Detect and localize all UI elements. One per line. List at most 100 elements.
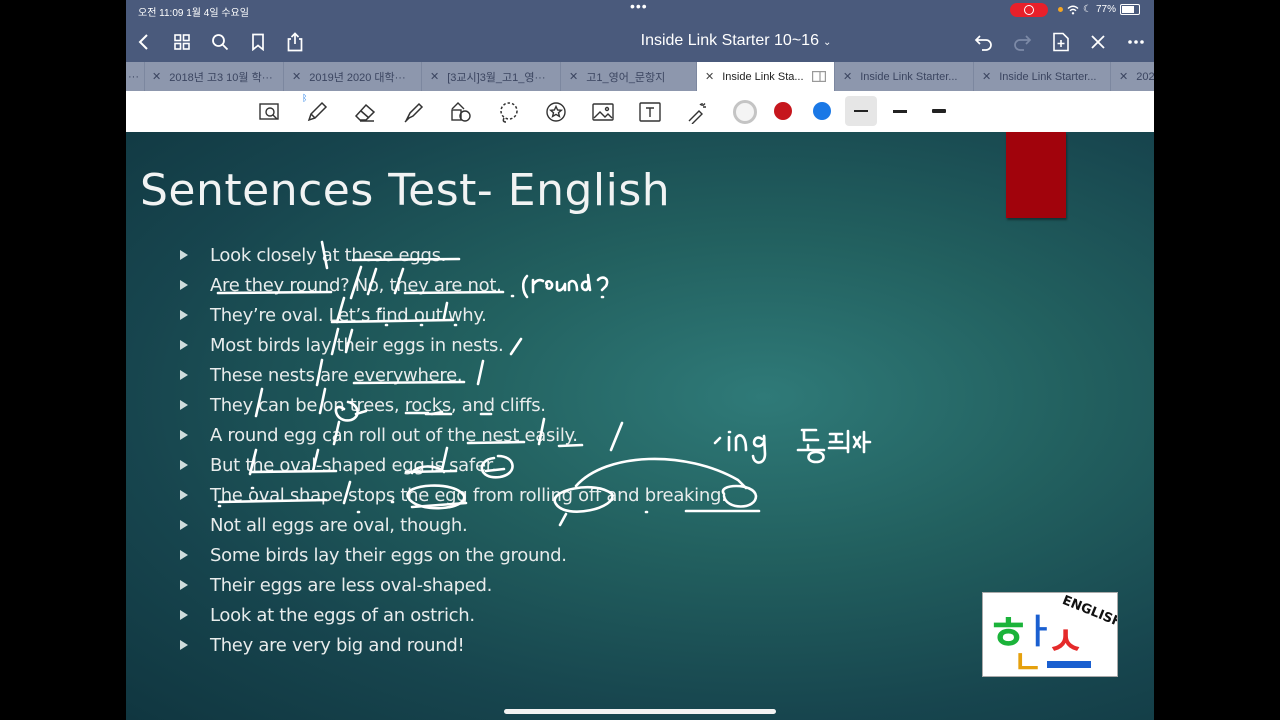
list-item: But the oval-shaped egg is safer. bbox=[180, 450, 727, 480]
close-tab-icon[interactable]: ✕ bbox=[843, 70, 852, 83]
red-bookmark-tab bbox=[1006, 132, 1066, 218]
sentence-list: Look closely at these eggs. Are they rou… bbox=[180, 240, 727, 660]
tab-label: 2019년 2020 대학··· bbox=[309, 71, 406, 84]
lasso-icon[interactable] bbox=[496, 99, 522, 125]
tab-document[interactable]: ✕ Inside Link Starter... bbox=[974, 62, 1111, 91]
shapes-icon[interactable] bbox=[448, 99, 474, 125]
screen-recording-icon[interactable] bbox=[1010, 3, 1048, 17]
laser-pointer-icon[interactable] bbox=[684, 99, 710, 125]
close-tab-icon[interactable]: ✕ bbox=[292, 70, 301, 83]
sentence-text: Look closely at these eggs. bbox=[210, 244, 447, 266]
close-tab-icon[interactable]: ✕ bbox=[152, 70, 161, 83]
list-item: Not all eggs are oval, though. bbox=[180, 510, 727, 540]
line-width-medium[interactable] bbox=[884, 96, 916, 126]
sentence-text: Not all eggs are oval, though. bbox=[210, 514, 468, 536]
bullet-arrow-icon bbox=[180, 520, 188, 530]
tab-label: Inside Link Starter... bbox=[860, 70, 958, 83]
more-options-icon[interactable] bbox=[1124, 30, 1148, 54]
bullet-arrow-icon bbox=[180, 580, 188, 590]
line-width-thick[interactable] bbox=[923, 96, 955, 126]
sentence-text: But the oval-shaped egg is safer. bbox=[210, 454, 497, 476]
list-item: These nests are everywhere. bbox=[180, 360, 727, 390]
annotation-toolbar: ᛒ bbox=[126, 91, 1154, 132]
bullet-arrow-icon bbox=[180, 610, 188, 620]
redo-icon[interactable] bbox=[1010, 30, 1034, 54]
sentence-text: Look at the eggs of an ostrich. bbox=[210, 604, 475, 626]
close-annotations-icon[interactable] bbox=[1086, 30, 1110, 54]
tab-label: 고1_영어_문항지 bbox=[586, 71, 666, 84]
list-item: A round egg can roll out of the nest eas… bbox=[180, 420, 727, 450]
close-tab-icon[interactable]: ✕ bbox=[1119, 70, 1128, 83]
tab-label: 202 bbox=[1136, 70, 1154, 83]
status-bar: 오전 11:09 1월 4일 수요일 ••• ☾ 77% bbox=[126, 0, 1154, 22]
sentence-text: Their eggs are less oval-shaped. bbox=[210, 574, 493, 596]
tab-label: Inside Link Starter... bbox=[999, 70, 1097, 83]
bullet-arrow-icon bbox=[180, 370, 188, 380]
status-right: ☾ 77% bbox=[1058, 4, 1140, 15]
wifi-icon bbox=[1067, 5, 1079, 14]
bullet-arrow-icon bbox=[180, 250, 188, 260]
add-page-icon[interactable] bbox=[1049, 30, 1073, 54]
sentence-text: They are very big and round! bbox=[210, 634, 465, 656]
highlighter-icon[interactable] bbox=[400, 99, 426, 125]
slide-page[interactable]: Sentences Test- English Look closely at … bbox=[126, 132, 1154, 720]
chevron-down-icon: ⌄ bbox=[822, 37, 832, 48]
tab-overflow[interactable]: ··· bbox=[126, 62, 145, 91]
home-indicator[interactable] bbox=[504, 709, 776, 714]
color-swatch-red[interactable] bbox=[774, 102, 792, 120]
tab-active-document[interactable]: ✕ Inside Link Sta... bbox=[697, 62, 835, 91]
undo-icon[interactable] bbox=[972, 30, 996, 54]
tab-document[interactable]: ✕ 고1_영어_문항지 bbox=[561, 62, 697, 91]
sentence-text: The oval shape stops the egg from rollin… bbox=[210, 484, 727, 506]
bullet-arrow-icon bbox=[180, 400, 188, 410]
sentence-text: Are they round? No, they are not. bbox=[210, 274, 502, 296]
tab-label: [3교시]3월_고1_영··· bbox=[447, 71, 546, 84]
eraser-icon[interactable] bbox=[352, 99, 378, 125]
navigation-bar: Inside Link Starter 10~16 ⌄ bbox=[126, 22, 1154, 62]
sentence-text: These nests are everywhere. bbox=[210, 364, 463, 386]
hans-english-logo: ㅎ ㅏ ㄴ ㅅ ENGLISH bbox=[982, 592, 1118, 677]
tab-document[interactable]: ✕ 202 bbox=[1111, 62, 1154, 91]
tab-label: 2018년 고3 10월 학··· bbox=[169, 71, 273, 84]
bullet-arrow-icon bbox=[180, 430, 188, 440]
close-tab-icon[interactable]: ✕ bbox=[705, 70, 714, 83]
color-swatch-white[interactable] bbox=[733, 100, 757, 124]
svg-text:ㄴ: ㄴ bbox=[1013, 643, 1042, 676]
tab-document[interactable]: ✕ Inside Link Starter... bbox=[835, 62, 974, 91]
line-width-thin[interactable] bbox=[845, 96, 877, 126]
close-tab-icon[interactable]: ✕ bbox=[569, 70, 578, 83]
battery-percent: 77% bbox=[1095, 4, 1116, 15]
tab-label: Inside Link Sta... bbox=[722, 70, 804, 83]
zoom-scan-icon[interactable] bbox=[257, 99, 283, 125]
document-title[interactable]: Inside Link Starter 10~16 ⌄ bbox=[126, 32, 1154, 50]
image-icon[interactable] bbox=[590, 99, 616, 125]
mic-indicator-icon bbox=[1058, 7, 1063, 12]
bullet-arrow-icon bbox=[180, 550, 188, 560]
tab-label: ··· bbox=[128, 70, 139, 83]
tab-document[interactable]: ✕ 2018년 고3 10월 학··· bbox=[144, 62, 284, 91]
close-tab-icon[interactable]: ✕ bbox=[430, 70, 439, 83]
color-swatch-blue[interactable] bbox=[813, 102, 831, 120]
tab-document[interactable]: ✕ [3교시]3월_고1_영··· bbox=[422, 62, 561, 91]
tab-document[interactable]: ✕ 2019년 2020 대학··· bbox=[284, 62, 422, 91]
bluetooth-icon: ᛒ bbox=[302, 93, 308, 103]
list-item: Most birds lay their eggs in nests. bbox=[180, 330, 727, 360]
battery-icon bbox=[1119, 4, 1140, 15]
bullet-arrow-icon bbox=[180, 340, 188, 350]
text-box-icon[interactable] bbox=[637, 99, 663, 125]
status-time-date: 오전 11:09 1월 4일 수요일 bbox=[138, 8, 249, 19]
list-item: They are very big and round! bbox=[180, 630, 727, 660]
close-tab-icon[interactable]: ✕ bbox=[982, 70, 991, 83]
tab-bar: ··· ✕ 2018년 고3 10월 학··· ✕ 2019년 2020 대학···… bbox=[126, 62, 1154, 91]
sentence-text: Most birds lay their eggs in nests. bbox=[210, 334, 504, 356]
bullet-arrow-icon bbox=[180, 460, 188, 470]
multitasking-dots-icon[interactable]: ••• bbox=[630, 0, 648, 14]
list-item: Their eggs are less oval-shaped. bbox=[180, 570, 727, 600]
bullet-arrow-icon bbox=[180, 640, 188, 650]
sticker-icon[interactable] bbox=[543, 99, 569, 125]
pencil-icon[interactable]: ᛒ bbox=[302, 93, 330, 125]
split-view-icon[interactable] bbox=[811, 71, 826, 82]
bullet-arrow-icon bbox=[180, 490, 188, 500]
document-title-text: Inside Link Starter 10~16 bbox=[640, 32, 819, 49]
list-item: Look closely at these eggs. bbox=[180, 240, 727, 270]
